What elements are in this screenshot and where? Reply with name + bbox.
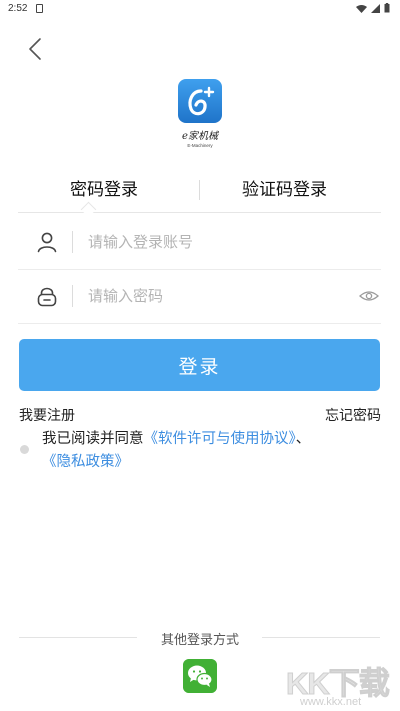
software-license-link[interactable]: 《软件许可与使用协议》 — [144, 431, 296, 447]
agreement-checkbox[interactable] — [20, 445, 29, 454]
battery-icon — [384, 3, 390, 13]
account-input[interactable] — [88, 229, 338, 255]
tab-password-login[interactable]: 密码登录 — [70, 170, 138, 212]
watermark-text: KK下载 — [286, 666, 391, 702]
watermark-url: www.kkx.net — [300, 696, 362, 708]
user-icon — [37, 232, 57, 253]
register-link[interactable]: 我要注册 — [19, 405, 75, 425]
agreement-separator: 、 — [295, 431, 311, 447]
login-button[interactable]: 登录 — [19, 339, 380, 391]
signal-icon — [371, 3, 380, 13]
status-icons — [356, 3, 390, 13]
password-field — [18, 269, 381, 324]
wifi-icon — [356, 4, 367, 13]
forgot-password-link[interactable]: 忘记密码 — [325, 405, 381, 425]
divider-left — [19, 637, 137, 638]
field-divider — [72, 231, 73, 253]
login-tabs: 密码登录 验证码登录 — [18, 170, 381, 213]
sim-icon — [36, 4, 43, 13]
logo-text: e家机械 — [182, 130, 220, 142]
status-bar: 2:52 — [0, 0, 400, 18]
status-time: 2:52 — [8, 3, 28, 14]
account-field — [18, 215, 381, 270]
agreement-prefix: 我已阅读并同意 — [42, 431, 144, 447]
lock-icon — [37, 287, 57, 307]
divider-right — [262, 637, 380, 638]
wechat-icon[interactable] — [183, 659, 217, 693]
other-login-title: 其他登录方式 — [160, 633, 239, 648]
field-divider — [72, 285, 73, 307]
privacy-policy-link[interactable]: 《隐私政策》 — [42, 454, 129, 470]
tab-code-login[interactable]: 验证码登录 — [242, 170, 327, 212]
agreement-text: 我已阅读并同意《软件许可与使用协议》、《隐私政策》 — [42, 428, 387, 474]
logo-subtext: E-Machinery — [187, 143, 213, 148]
back-arrow-icon[interactable] — [24, 36, 48, 62]
watermark: KK下载 www.kkx.net — [286, 658, 398, 709]
password-input[interactable] — [88, 283, 338, 309]
tab-divider — [199, 180, 200, 200]
eye-icon[interactable] — [359, 288, 379, 304]
app-logo: e家机械 E-Machinery — [178, 79, 222, 148]
